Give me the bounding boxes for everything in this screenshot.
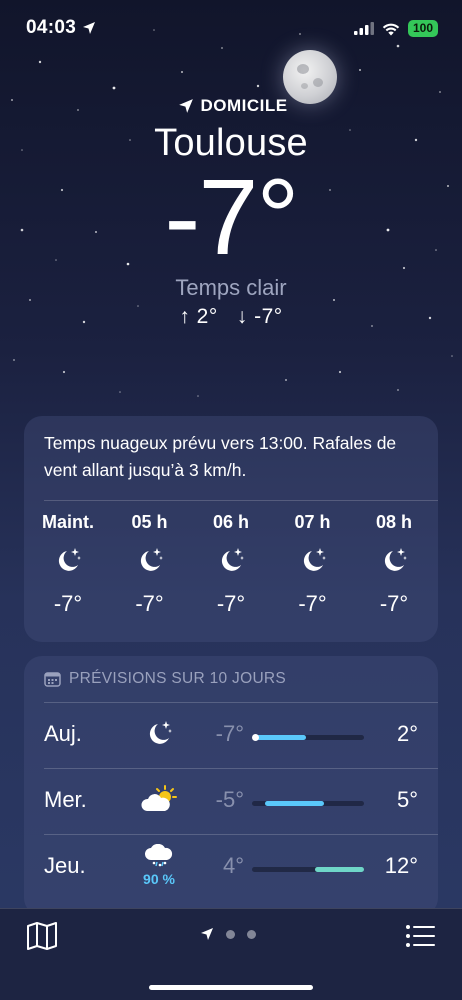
forecast-high: 2° <box>396 721 418 746</box>
home-indicator[interactable] <box>149 985 313 990</box>
map-icon <box>27 922 57 950</box>
hour-item: 07 h -7° <box>275 512 351 617</box>
location-arrow-icon <box>179 99 194 113</box>
location-label-text: DOMICILE <box>200 96 288 115</box>
hour-item: 06 h -7° <box>193 512 269 617</box>
hour-temperature: -7° <box>298 591 327 616</box>
current-temperature: -7° <box>164 156 299 277</box>
forecast-day: Auj. <box>44 721 82 746</box>
temperature-range-fill <box>255 735 306 740</box>
low-temperature: ↓ -7° <box>236 305 283 328</box>
weather-condition: Temps clair <box>175 275 287 300</box>
status-bar: 04:03 100 <box>0 0 462 56</box>
wifi-icon <box>382 23 400 35</box>
page-dot[interactable] <box>226 929 235 939</box>
forecast-low: -5° <box>215 787 244 812</box>
forecast-row[interactable]: Jeu. 90 % 4° 12° <box>44 836 418 900</box>
ten-day-forecast-card[interactable]: PRÉVISIONS SUR 10 JOURS Auj. -7° 2° Mer.… <box>24 656 438 916</box>
hour-label: 07 h <box>294 512 331 532</box>
calendar-icon <box>44 672 61 687</box>
page-indicator[interactable] <box>200 927 256 941</box>
hour-item: 05 h -7° <box>112 512 188 617</box>
hourly-list[interactable]: Maint. -7° 05 h -7° 06 h -7° 07 h -7° 08… <box>30 512 432 617</box>
page-dot[interactable] <box>247 929 256 939</box>
divider <box>44 500 438 501</box>
temperature-range-fill <box>265 801 324 806</box>
divider <box>44 702 438 703</box>
high-low: ↑ 2° ↓ -7° <box>0 305 462 329</box>
hour-temperature: -7° <box>379 591 409 616</box>
forecast-summary: Temps nuageux prévu vers 13:00. Rafales … <box>44 433 397 480</box>
cellular-signal-icon <box>353 22 374 35</box>
temperature-range-bar <box>252 734 364 741</box>
hour-item: 08 h -7° <box>356 512 432 617</box>
moon-stars-icon <box>30 545 106 575</box>
hourly-forecast-card[interactable]: Temps nuageux prévu vers 13:00. Rafales … <box>24 416 438 642</box>
forecast-title: PRÉVISIONS SUR 10 JOURS <box>44 670 286 688</box>
hour-label: 06 h <box>212 512 250 532</box>
hour-temperature: -7° <box>135 591 164 616</box>
precipitation-chance: 90 % <box>143 871 175 887</box>
forecast-title-text: PRÉVISIONS SUR 10 JOURS <box>69 670 287 687</box>
current-weather: DOMICILE Toulouse -7° Temps clair ↑ 2° ↓… <box>0 96 462 329</box>
forecast-day: Mer. <box>44 787 87 812</box>
battery-indicator: 100 <box>407 20 438 37</box>
forecast-row[interactable]: Auj. -7° 2° <box>44 704 418 768</box>
temperature-range-bar <box>252 801 364 806</box>
hour-label: Maint. <box>42 512 94 532</box>
clock-time: 04:03 <box>26 17 77 38</box>
divider <box>44 768 438 769</box>
list-icon <box>406 925 435 947</box>
forecast-low: 4° <box>222 853 244 878</box>
moon-stars-icon <box>275 545 351 575</box>
moon-stars-icon <box>193 545 269 575</box>
temperature-range-bar <box>252 867 364 872</box>
hour-label: 08 h <box>375 512 413 532</box>
location-arrow-icon <box>201 928 213 940</box>
hour-item: Maint. -7° <box>30 512 106 617</box>
clock: 04:03 <box>26 17 96 39</box>
map-button[interactable] <box>26 921 58 951</box>
hour-label: 05 h <box>131 512 168 532</box>
bottom-toolbar <box>0 908 462 1000</box>
forecast-row[interactable]: Mer. -5° 5° <box>44 770 418 834</box>
forecast-high: 12° <box>384 853 418 878</box>
high-temperature: ↑ 2° <box>179 305 218 328</box>
temperature-range-fill <box>314 867 364 872</box>
location-arrow-icon <box>83 22 96 34</box>
forecast-day: Jeu. <box>44 853 86 878</box>
sun-cloud-icon <box>134 784 184 819</box>
hour-temperature: -7° <box>53 591 83 616</box>
hour-temperature: -7° <box>216 591 246 616</box>
moon-stars-icon <box>356 545 432 575</box>
forecast-low: -7° <box>215 721 244 746</box>
cloud-snow-icon: 90 % <box>134 843 184 887</box>
moon-stars-icon <box>112 545 188 575</box>
city-list-button[interactable] <box>404 921 436 951</box>
divider <box>44 834 438 835</box>
forecast-high: 5° <box>396 787 418 812</box>
moon-stars-icon <box>134 718 184 753</box>
location-label: DOMICILE <box>4 96 462 116</box>
